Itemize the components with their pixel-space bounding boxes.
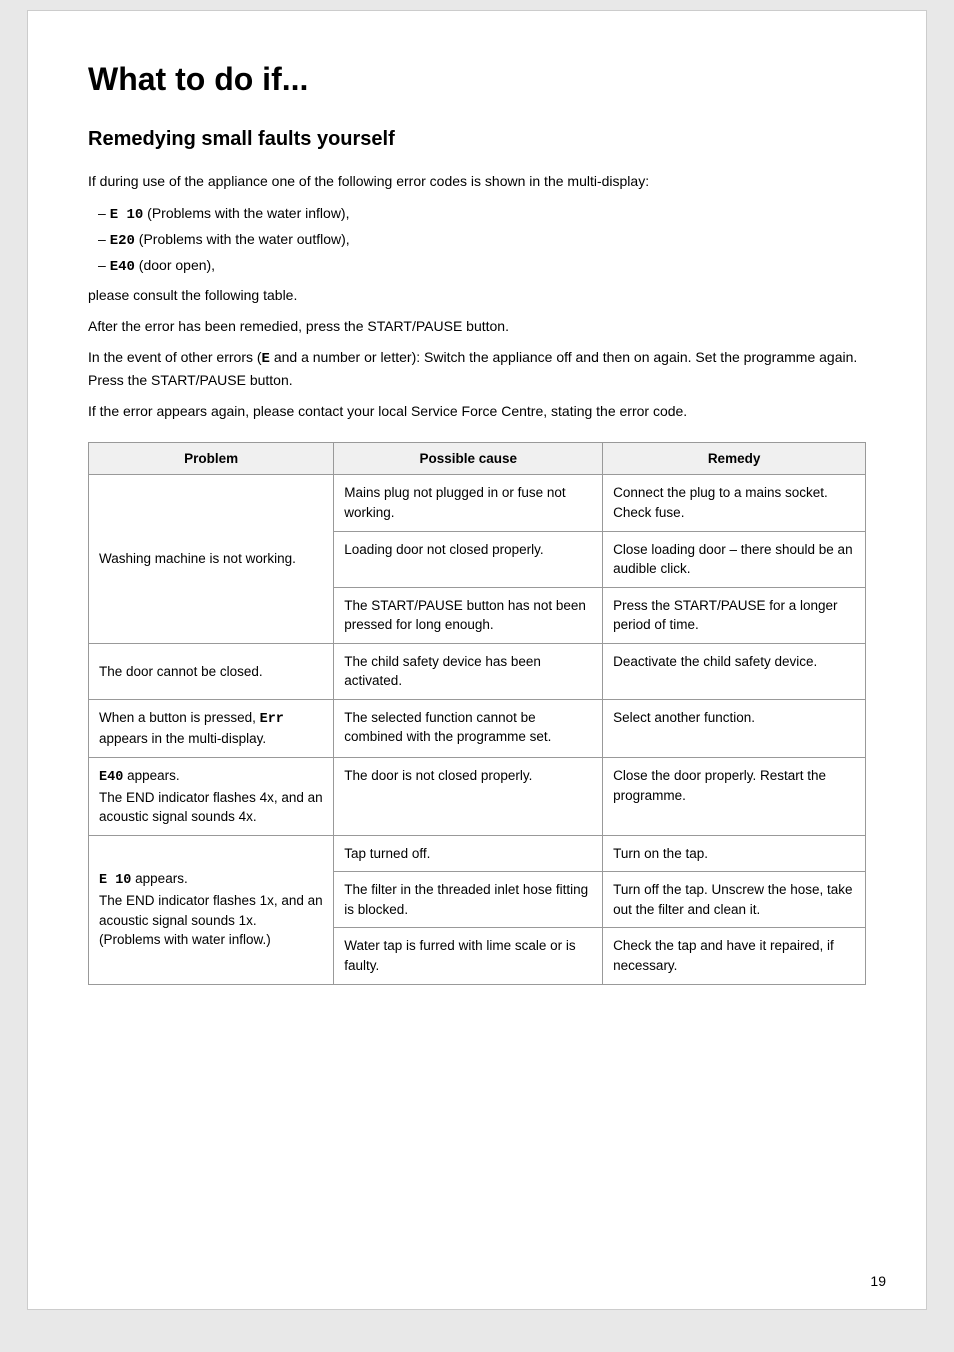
remedy-cell: Deactivate the child safety device.: [603, 643, 866, 699]
remedy-cell: Select another function.: [603, 699, 866, 757]
error-code-e40: E40: [110, 259, 135, 275]
problem-cell: E40 appears.The END indicator flashes 4x…: [89, 758, 334, 836]
table-header-row: Problem Possible cause Remedy: [89, 443, 866, 475]
cause-cell: The START/PAUSE button has not been pres…: [334, 587, 603, 643]
page-number: 19: [870, 1273, 886, 1289]
cause-cell: Mains plug not plugged in or fuse not wo…: [334, 475, 603, 531]
error-code-e10: E 10: [110, 207, 144, 223]
intro-line2: please consult the following table.: [88, 285, 866, 306]
cause-cell: Loading door not closed properly.: [334, 531, 603, 587]
error-code-e10-prefix: –: [98, 205, 110, 221]
intro-line5: If the error appears again, please conta…: [88, 401, 866, 422]
error-code-e10-line: – E 10 (Problems with the water inflow),: [98, 202, 866, 228]
col-header-problem: Problem: [89, 443, 334, 475]
intro-line1: If during use of the appliance one of th…: [88, 171, 866, 192]
error-code-e10-text: (Problems with the water inflow),: [143, 205, 349, 221]
error-codes-list: – E 10 (Problems with the water inflow),…: [98, 202, 866, 279]
problem-cell: E 10 appears.The END indicator flashes 1…: [89, 835, 334, 984]
error-code-e20-prefix: –: [98, 231, 110, 247]
error-code-e20-line: – E20 (Problems with the water outflow),: [98, 228, 866, 254]
problem-cell: The door cannot be closed.: [89, 643, 334, 699]
intro-line3: After the error has been remedied, press…: [88, 316, 866, 337]
table-row: When a button is pressed, Err appears in…: [89, 699, 866, 757]
remedy-cell: Connect the plug to a mains socket. Chec…: [603, 475, 866, 531]
cause-cell: The selected function cannot be combined…: [334, 699, 603, 757]
intro-line4-e: E: [262, 351, 270, 367]
remedy-cell: Check the tap and have it repaired, if n…: [603, 928, 866, 984]
intro-line4: In the event of other errors (E and a nu…: [88, 347, 866, 391]
table-row: The door cannot be closed.The child safe…: [89, 643, 866, 699]
remedy-cell: Close the door properly. Restart the pro…: [603, 758, 866, 836]
cause-cell: The filter in the threaded inlet hose fi…: [334, 872, 603, 928]
table-row: E40 appears.The END indicator flashes 4x…: [89, 758, 866, 836]
cause-cell: Tap turned off.: [334, 835, 603, 872]
intro-line4-part1: In the event of other errors (: [88, 349, 262, 365]
table-row: Washing machine is not working.Mains plu…: [89, 475, 866, 531]
remedy-cell: Press the START/PAUSE for a longer perio…: [603, 587, 866, 643]
cause-cell: Water tap is furred with lime scale or i…: [334, 928, 603, 984]
error-code-e20-text: (Problems with the water outflow),: [135, 231, 350, 247]
cause-cell: The door is not closed properly.: [334, 758, 603, 836]
remedy-cell: Turn off the tap. Unscrew the hose, take…: [603, 872, 866, 928]
table-row: E 10 appears.The END indicator flashes 1…: [89, 835, 866, 872]
fault-table: Problem Possible cause Remedy Washing ma…: [88, 442, 866, 984]
problem-cell: Washing machine is not working.: [89, 475, 334, 643]
remedy-cell: Turn on the tap.: [603, 835, 866, 872]
error-code-e40-text: (door open),: [135, 257, 215, 273]
error-code-e40-line: – E40 (door open),: [98, 254, 866, 280]
page-title: What to do if...: [88, 61, 866, 98]
error-code-e20: E20: [110, 233, 135, 249]
problem-cell: When a button is pressed, Err appears in…: [89, 699, 334, 757]
cause-cell: The child safety device has been activat…: [334, 643, 603, 699]
col-header-cause: Possible cause: [334, 443, 603, 475]
remedy-cell: Close loading door – there should be an …: [603, 531, 866, 587]
section-subtitle: Remedying small faults yourself: [88, 128, 866, 151]
page: What to do if... Remedying small faults …: [27, 10, 927, 1310]
error-code-e40-prefix: –: [98, 257, 110, 273]
col-header-remedy: Remedy: [603, 443, 866, 475]
